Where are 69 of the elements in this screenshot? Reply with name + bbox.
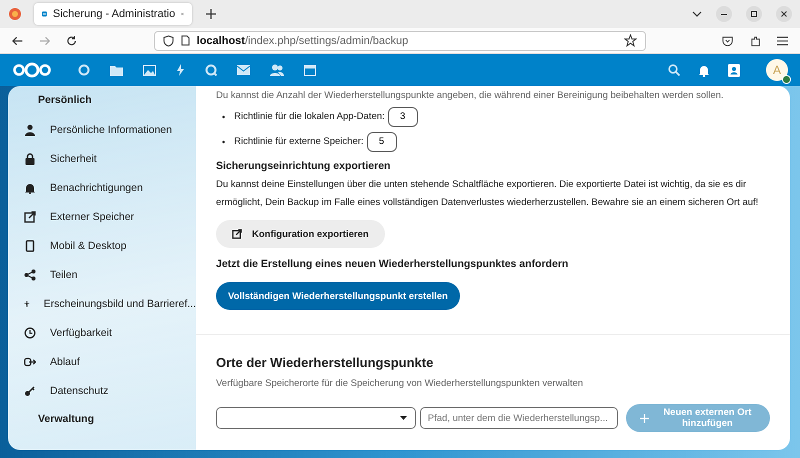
storage-select[interactable] [216, 407, 416, 429]
policy-label: Richtlinie für die lokalen App-Daten: [234, 111, 385, 122]
bell-icon[interactable] [698, 64, 710, 76]
reload-icon[interactable] [66, 34, 78, 46]
star-icon[interactable] [624, 34, 638, 47]
image-icon[interactable] [143, 64, 156, 76]
retention-description: Du kannst die Anzahl der Wiederherstellungspunkte angeben, die während einer Bereinigung beibehalten werden sollen. [216, 89, 725, 103]
sidebar-item[interactable]: Benachrichtigungen [8, 173, 196, 202]
section-heading: Jetzt die Erstellung eines neuen Wiederherstellungspunktes anfordern [216, 258, 570, 270]
locations-description: Verfügbare Speicherorte für die Speicherung von Wiederherstellungspunkten verwalten [216, 377, 584, 391]
create-restore-point-button[interactable]: Vollständigen Wiederherstellungspunkt erstellen [216, 282, 460, 310]
caret-icon [400, 416, 407, 420]
sidebar-item[interactable]: Persönliche Informationen [8, 115, 196, 144]
menu-icon[interactable] [776, 36, 788, 46]
sidebar-item[interactable]: Externer Speicher [8, 202, 196, 231]
external-icon [24, 210, 36, 222]
dashboard-icon[interactable] [78, 64, 90, 76]
section-title: Verwaltung [37, 412, 96, 427]
sidebar-item[interactable]: Erscheinungsbild und Barrieref... [8, 289, 196, 318]
logout-icon [24, 356, 36, 368]
address-bar[interactable]: localhost/index.php/settings/admin/backup [154, 30, 646, 50]
contact-card-icon[interactable] [728, 64, 740, 76]
sidebar-item[interactable]: Teilen [8, 260, 196, 289]
clock-icon [24, 326, 36, 338]
bell-icon [24, 182, 36, 194]
retention-count-field[interactable]: 5 [366, 132, 397, 152]
sidebar-item[interactable]: Datenschutz [8, 376, 196, 405]
bullet: • [222, 136, 226, 146]
retention-count-field[interactable]: 3 [388, 106, 418, 126]
sidebar-item[interactable]: Sicherheit [8, 144, 196, 173]
search-icon[interactable] [668, 64, 680, 76]
contacts-icon[interactable] [270, 64, 284, 76]
policy-label: Richtlinie für externe Speicher: [234, 136, 364, 147]
page-icon [180, 35, 190, 46]
section-title: Persönlich [37, 93, 93, 108]
pocket-icon[interactable] [722, 34, 734, 46]
phone-icon [24, 240, 36, 252]
export-description: Du kannst deine Einstellungen über die unten stehende Schaltfläche exportieren. Die exportierte Datei ist wichtig, da sie es dir ermöglicht, Dein Backup im Falle eines vollständigen Datenverlustes wiederherzustellen. Bewahre sie an einem sicheren Ort auf! [216, 178, 760, 210]
extensions-icon[interactable] [750, 34, 761, 46]
sidebar-item[interactable]: Mobil & Desktop [8, 231, 196, 260]
new-tab-icon[interactable] [206, 9, 216, 19]
online-status-icon [782, 75, 791, 84]
lock-icon [24, 152, 36, 164]
browser-logo-icon [8, 7, 22, 21]
shield-icon [162, 34, 174, 46]
person-icon [24, 124, 36, 136]
close-icon[interactable] [776, 6, 792, 22]
browser-tab[interactable]: Sicherung - Administratio [34, 3, 192, 25]
minimize-icon[interactable] [716, 6, 732, 22]
plus-icon [640, 414, 649, 422]
url-text: localhost/index.php/settings/admin/backup [196, 34, 408, 46]
lightning-icon[interactable] [176, 64, 185, 76]
section-heading: Sicherungseinrichtung exportieren [216, 160, 392, 172]
external-icon [232, 229, 242, 239]
folder-icon[interactable] [110, 64, 123, 76]
mail-icon[interactable] [237, 65, 250, 75]
sidebar-item[interactable]: Verfügbarkeit [8, 318, 196, 347]
chevron-down-icon[interactable] [692, 11, 702, 17]
key-icon [24, 384, 36, 396]
restore-icon[interactable] [746, 6, 762, 22]
back-icon[interactable] [12, 34, 24, 46]
path-field[interactable]: Pfad, unter dem die Wiederherstellungsp... [420, 407, 618, 429]
cloud-logo-icon[interactable] [12, 62, 52, 78]
sidebar-item[interactable]: Ablauf [8, 347, 196, 376]
section-heading: Orte der Wiederherstellungspunkte [216, 355, 434, 370]
export-config-button[interactable]: Konfiguration exportieren [216, 220, 385, 248]
calendar-icon[interactable] [304, 64, 316, 76]
bullet: • [222, 112, 226, 122]
share-icon [24, 268, 36, 280]
